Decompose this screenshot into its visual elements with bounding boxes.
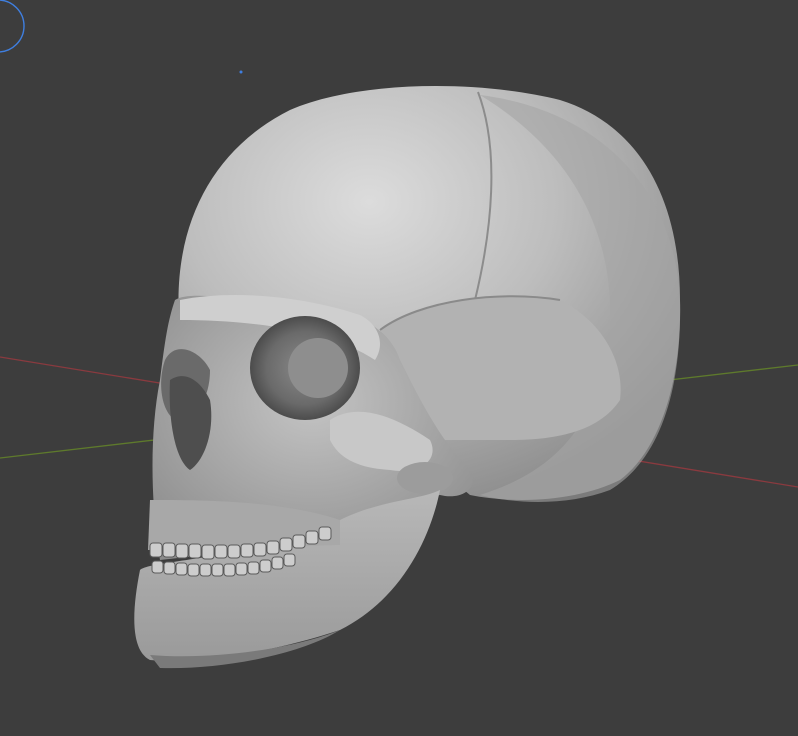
3d-viewport[interactable] [0,0,798,736]
viewport-canvas[interactable] [0,0,798,736]
skull-mesh-icon[interactable] [134,86,681,669]
3d-cursor-icon[interactable] [239,70,243,74]
navigation-gizmo-icon[interactable] [0,0,25,53]
